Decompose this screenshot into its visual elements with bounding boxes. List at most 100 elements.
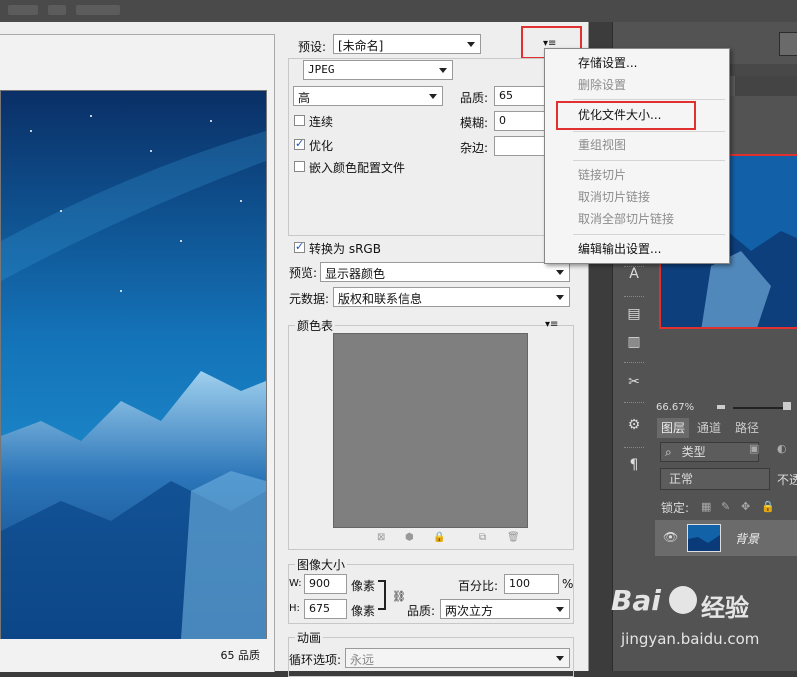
optimized-checkbox[interactable] [294, 137, 305, 150]
paragraph-icon[interactable]: ¶ [626, 457, 642, 473]
menu-item-unlink-slice[interactable]: 取消切片链接 [545, 187, 729, 207]
paw-logo-icon [669, 586, 697, 614]
tab-paths[interactable]: 路径 [731, 418, 763, 438]
lock-move-icon[interactable]: ✥ [741, 500, 750, 513]
convert-srgb-label: 转换为 sRGB [309, 242, 381, 256]
tab-channels[interactable]: 通道 [693, 418, 725, 438]
menu-separator [573, 234, 725, 235]
preview-image[interactable] [0, 90, 267, 640]
chevron-down-icon [429, 94, 437, 99]
percent-unit: % [562, 577, 574, 591]
progressive-label: 连续 [309, 115, 334, 129]
top-toolbar-strip [0, 0, 797, 22]
watermark-url: jingyan.baidu.com [621, 630, 760, 648]
image-filter-icon[interactable]: ▣ [749, 442, 763, 456]
preset-label: 预设: [298, 40, 327, 54]
loop-select[interactable]: 永远 [345, 648, 570, 668]
blurred-menu-item [48, 5, 66, 15]
optimize-item-highlight [556, 101, 696, 130]
blend-mode-select[interactable]: 正常 [660, 468, 770, 490]
preset-select[interactable]: [未命名] [333, 34, 481, 54]
blurred-menu-item [76, 5, 120, 15]
resample-select[interactable]: 两次立方 [440, 599, 570, 619]
layer-name: 背景 [735, 532, 760, 546]
menu-separator [573, 131, 725, 132]
zoom-slider-thumb[interactable] [783, 402, 791, 410]
resample-label: 品质: [407, 604, 436, 618]
lock-paint-icon[interactable]: ✎ [721, 500, 730, 513]
scissors-icon[interactable]: ✂ [626, 374, 642, 390]
baidu-jingyan-watermark: Bai 经验 jingyan.baidu.com [611, 582, 797, 671]
chain-link-icon[interactable]: ⛓ [392, 590, 406, 603]
opacity-label: 不透 [777, 473, 797, 487]
adjustment-filter-icon[interactable]: ◐ [777, 442, 791, 456]
lock-all-icon[interactable]: 🔒 [761, 500, 775, 513]
zoom-out-icon[interactable] [717, 405, 725, 409]
quality-label: 品质: [460, 91, 489, 105]
menu-item-edit-output-settings[interactable]: 编辑输出设置... [545, 239, 729, 259]
percent-input[interactable]: 100 [504, 574, 559, 594]
menu-separator [573, 160, 725, 161]
color-table-title: 颜色表 [295, 317, 336, 334]
zoom-level: 66.67% [656, 402, 695, 413]
notes-icon[interactable]: ▤ [626, 306, 642, 322]
menu-item-delete-settings[interactable]: 删除设置 [545, 75, 729, 95]
metadata-label: 元数据: [289, 292, 330, 306]
new-color-icon[interactable]: ⧉ [479, 532, 491, 544]
watermark-jingyan: 经验 [701, 594, 749, 622]
panel-grip [624, 402, 644, 406]
layer-filter-select[interactable]: ⌕ 类型 [660, 442, 759, 462]
lock-label: 锁定: [661, 501, 690, 515]
matte-input[interactable] [494, 136, 549, 156]
matte-label: 杂边: [460, 141, 489, 155]
quality-input[interactable]: 65 [494, 86, 549, 106]
color-table-menu-icon[interactable]: ▾≡ [545, 319, 558, 330]
adjustment-icon[interactable]: ⚙ [626, 417, 642, 433]
chevron-down-icon [556, 295, 564, 300]
height-unit: 像素 [351, 604, 376, 618]
web-shift-icon[interactable]: ⬢ [405, 532, 417, 544]
link-bracket [378, 580, 386, 610]
document-icon[interactable]: ▥ [626, 334, 642, 350]
color-table-swatch-area [333, 333, 528, 528]
embed-profile-label: 嵌入颜色配置文件 [309, 161, 406, 175]
preview-pane: 65 品质 [0, 34, 275, 672]
search-icon: ⌕ [665, 445, 672, 459]
layer-row[interactable]: 👁 背景 [655, 520, 797, 556]
format-select[interactable]: JPEG [303, 60, 453, 80]
workspace-button[interactable] [779, 32, 797, 56]
chevron-down-icon [556, 607, 564, 612]
chevron-down-icon [556, 656, 564, 661]
width-label: W: [289, 578, 302, 589]
image-size-title: 图像大小 [295, 556, 348, 573]
menu-item-repopulate-views[interactable]: 重组视图 [545, 135, 729, 155]
menu-item-unlink-all-slices[interactable]: 取消全部切片链接 [545, 209, 729, 229]
menu-item-save-settings[interactable]: 存储设置... [545, 53, 729, 73]
loop-label: 循环选项: [289, 653, 342, 667]
width-input[interactable]: 900 [304, 574, 347, 594]
optimize-options-menu: 存储设置... 删除设置 优化文件大小... 重组视图 链接切片 取消切片链接 … [544, 48, 730, 264]
trash-icon[interactable]: 🗑 [507, 532, 520, 544]
panel-grip [624, 362, 644, 366]
lock-color-icon[interactable]: 🔒 [433, 532, 445, 544]
embed-profile-checkbox[interactable] [294, 161, 305, 172]
type-tool-icon[interactable]: A [626, 266, 642, 282]
layer-thumbnail [687, 524, 721, 552]
progressive-checkbox[interactable] [294, 115, 305, 126]
menu-item-link-slices[interactable]: 链接切片 [545, 165, 729, 185]
quality-level-select[interactable]: 高 [293, 86, 443, 106]
chevron-down-icon [467, 42, 475, 47]
preview-select[interactable]: 显示器颜色 [320, 262, 570, 282]
eye-icon[interactable]: 👁 [663, 530, 678, 544]
blur-input[interactable]: 0 [494, 111, 549, 131]
chevron-down-icon [556, 270, 564, 275]
height-input[interactable]: 675 [304, 599, 347, 619]
animation-title: 动画 [295, 629, 324, 646]
lock-transparent-icon[interactable]: ▦ [701, 500, 711, 513]
map-color-icon[interactable]: ⊠ [377, 532, 389, 544]
tab-layers[interactable]: 图层 [657, 418, 690, 438]
mountain-scene-image [1, 91, 266, 639]
convert-srgb-checkbox[interactable] [294, 240, 305, 253]
metadata-select[interactable]: 版权和联系信息 [333, 287, 570, 307]
preview-label: 预览: [289, 266, 318, 280]
